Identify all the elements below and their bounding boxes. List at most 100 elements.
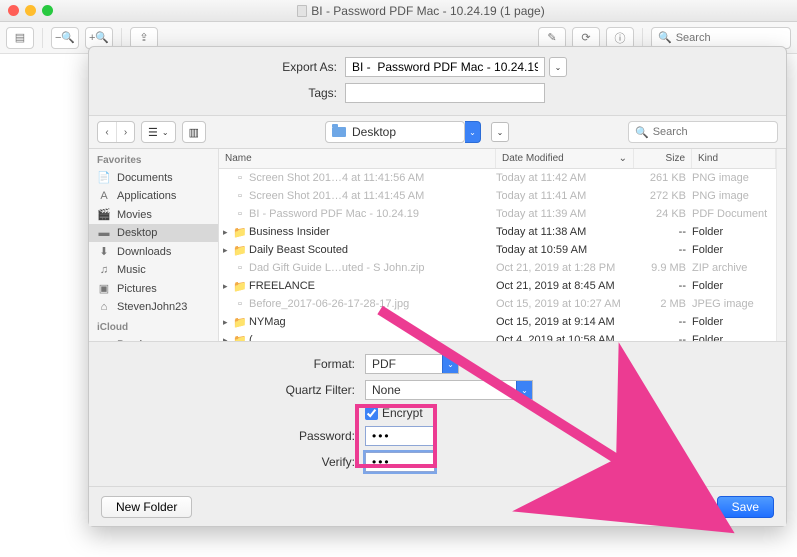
file-row[interactable]: ▸📁Business InsiderToday at 11:38 AM--Fol… (219, 223, 776, 241)
sidebar-item[interactable]: ▣ Pictures (89, 279, 218, 298)
disclosure-toggle[interactable]: ⌄ (549, 57, 567, 77)
file-kind: Folder (692, 280, 776, 292)
toolbar-search-input[interactable] (676, 32, 784, 44)
password-input[interactable] (365, 426, 435, 446)
file-date: Oct 21, 2019 at 8:45 AM (496, 280, 634, 292)
file-size: -- (634, 244, 692, 256)
verify-input[interactable] (365, 452, 435, 472)
file-size: 24 KB (634, 208, 692, 220)
file-row[interactable]: ▸📁FREELANCEOct 21, 2019 at 8:45 AM--Fold… (219, 277, 776, 295)
img-icon: ▫ (233, 190, 247, 202)
sidebar-item[interactable]: ▬Desktop (89, 224, 218, 242)
export-as-input[interactable] (345, 57, 545, 77)
quartz-filter-select[interactable]: None ⌄ (365, 380, 533, 400)
file-name: Screen Shot 201…4 at 11:41:45 AM (247, 190, 496, 202)
sidebar-item[interactable]: 🎬 Movies (89, 205, 218, 224)
sidebar-item-icon: ▣ (97, 282, 111, 295)
save-sheet: Export As: ⌄ Tags: ‹ › ☰ ⌄ ▥ Desktop ⌄ ⌄… (88, 46, 787, 527)
encrypt-checkbox[interactable]: Encrypt (365, 406, 423, 420)
group-menu[interactable]: ▥ (182, 121, 206, 143)
col-kind[interactable]: Kind (692, 149, 776, 168)
cancel-button[interactable]: Cancel (641, 496, 708, 518)
close-window-button[interactable] (8, 5, 19, 16)
forward-button[interactable]: › (116, 122, 134, 142)
sidebar-section-icloud: iCloud (89, 316, 218, 335)
folder-icon (332, 127, 346, 137)
file-size: 272 KB (634, 190, 692, 202)
sidebar-item-label: Movies (117, 209, 152, 221)
file-row[interactable]: ▫BI - Password PDF Mac - 10.24.19Today a… (219, 205, 776, 223)
tags-label: Tags: (105, 86, 345, 100)
file-row[interactable]: ▸📁Daily Beast ScoutedToday at 10:59 AM--… (219, 241, 776, 259)
export-as-label: Export As: (105, 60, 345, 74)
nav-back-forward[interactable]: ‹ › (97, 121, 135, 143)
file-size: -- (634, 226, 692, 238)
file-row[interactable]: ▫Dad Gift Guide L…uted - S John.zipOct 2… (219, 259, 776, 277)
sidebar-item-icon: ♫ (97, 264, 111, 276)
file-size: -- (634, 334, 692, 341)
quartz-filter-label: Quartz Filter: (105, 383, 365, 397)
file-name: NYMag (247, 316, 496, 328)
file-row[interactable]: ▸📁(Oct 4, 2019 at 10:58 AM--Folder (219, 331, 776, 341)
file-search-input[interactable] (653, 126, 771, 138)
sidebar-item[interactable]: 📄 Documents (89, 168, 218, 187)
traffic-lights (8, 5, 53, 16)
location-history-button[interactable]: ⌄ (491, 122, 509, 142)
sidebar-item[interactable]: ⌂StevenJohn23 (89, 298, 218, 316)
file-kind: Folder (692, 316, 776, 328)
col-date[interactable]: Date Modified ⌄ (496, 149, 634, 168)
sidebar-item[interactable]: ⬇Downloads (89, 242, 218, 261)
file-name: Screen Shot 201…4 at 11:41:56 AM (247, 172, 496, 184)
file-name: ( (247, 334, 496, 341)
file-size: -- (634, 316, 692, 328)
sidebar-item-label: Pictures (117, 283, 157, 295)
zoom-out-button[interactable]: −🔍 (51, 27, 79, 49)
scrollbar[interactable] (776, 149, 786, 341)
minimize-window-button[interactable] (25, 5, 36, 16)
file-list[interactable]: ▫Screen Shot 201…4 at 11:41:56 AMToday a… (219, 169, 776, 341)
zoom-window-button[interactable] (42, 5, 53, 16)
file-name: Daily Beast Scouted (247, 244, 496, 256)
encrypt-checkbox-input[interactable] (365, 407, 378, 420)
sidebar-item[interactable]: AApplications (89, 187, 218, 205)
pdf-icon (297, 5, 307, 17)
view-mode-menu[interactable]: ☰ ⌄ (141, 121, 176, 143)
sidebar-item-label: Music (117, 264, 146, 276)
sidebar: Favorites 📄DocumentsAApplications🎬Movies… (89, 149, 219, 341)
file-name: BI - Password PDF Mac - 10.24.19 (247, 208, 496, 220)
column-headers[interactable]: Name Date Modified ⌄ Size Kind (219, 149, 776, 169)
folder-icon: 📁 (233, 280, 247, 293)
pdf-icon: ▫ (233, 208, 247, 220)
sidebar-item-label: Desktop (117, 227, 157, 239)
file-row[interactable]: ▸📁NYMagOct 15, 2019 at 9:14 AM--Folder (219, 313, 776, 331)
sidebar-item-icon: 🎬 (97, 208, 111, 221)
new-folder-button[interactable]: New Folder (101, 496, 192, 518)
sidebar-item-icon: ⌂ (97, 301, 111, 313)
file-row[interactable]: ▫Before_2017-06-26-17-28-17.jpgOct 15, 2… (219, 295, 776, 313)
folder-icon: 📁 (233, 316, 247, 329)
file-name: FREELANCE (247, 280, 496, 292)
sidebar-toggle-button[interactable]: ▤ (6, 27, 34, 49)
col-name[interactable]: Name (219, 149, 496, 168)
format-select[interactable]: PDF ⌄ (365, 354, 459, 374)
back-button[interactable]: ‹ (98, 122, 116, 142)
sidebar-item-icon: ⬇ (97, 245, 111, 258)
file-row[interactable]: ▫Screen Shot 201…4 at 11:41:45 AMToday a… (219, 187, 776, 205)
file-kind: ZIP archive (692, 262, 776, 274)
location-popup[interactable]: Desktop (325, 121, 465, 143)
sidebar-item-icon: 📄 (97, 171, 111, 184)
sidebar-item-label: Applications (117, 190, 176, 202)
tags-input[interactable] (345, 83, 545, 103)
col-size[interactable]: Size (634, 149, 692, 168)
file-search[interactable]: 🔍 (628, 121, 778, 143)
folder-icon: 📁 (233, 334, 247, 342)
file-kind: PNG image (692, 190, 776, 202)
sidebar-item[interactable]: ♫ Music (89, 261, 218, 279)
folder-icon: 📁 (233, 226, 247, 239)
file-date: Today at 11:41 AM (496, 190, 634, 202)
file-kind: Folder (692, 334, 776, 341)
save-button[interactable]: Save (717, 496, 774, 518)
file-row[interactable]: ▫Screen Shot 201…4 at 11:41:56 AMToday a… (219, 169, 776, 187)
location-dropdown-icon[interactable]: ⌄ (465, 121, 481, 143)
sidebar-item-label: Documents (117, 172, 173, 184)
